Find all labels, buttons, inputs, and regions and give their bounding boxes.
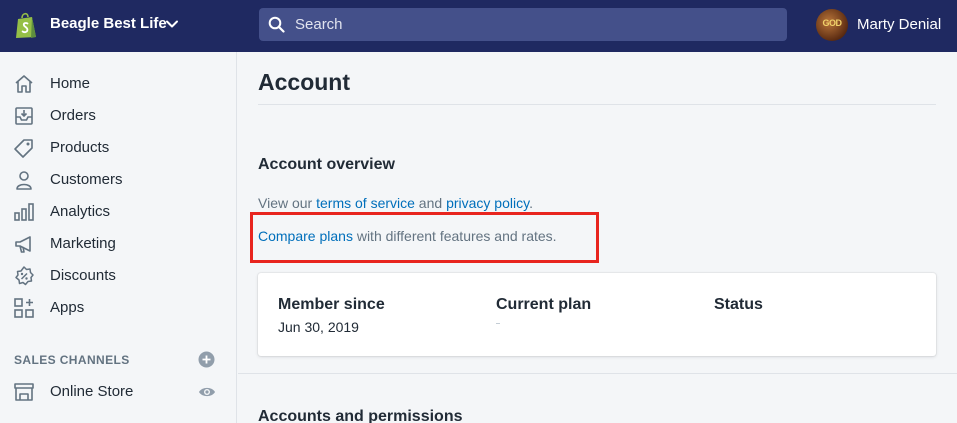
shopify-bag-icon[interactable] — [14, 12, 38, 39]
sidebar-item-analytics[interactable]: Analytics — [0, 196, 236, 228]
policy-line-prefix: View our — [258, 195, 317, 211]
sidebar-item-orders[interactable]: Orders — [0, 100, 236, 132]
sidebar-item-label: Apps — [50, 299, 85, 316]
sidebar-item-label: Customers — [50, 171, 123, 188]
store-name[interactable]: Beagle Best Life — [50, 15, 167, 32]
home-icon — [15, 75, 33, 93]
sidebar-item-customers[interactable]: Customers — [0, 164, 236, 196]
sidebar-item-label: Products — [50, 139, 110, 156]
main-content: Account Account overview View our terms … — [238, 52, 957, 423]
terms-of-service-link[interactable]: terms of service — [316, 195, 415, 211]
avatar[interactable]: GOD — [816, 9, 848, 41]
sidebar-item-marketing[interactable]: Marketing — [0, 228, 236, 260]
sidebar-item-home[interactable]: Home — [0, 68, 236, 100]
sidebar-item-label: Home — [50, 75, 91, 92]
title-divider — [258, 104, 936, 105]
sidebar-item-products[interactable]: Products — [0, 132, 236, 164]
policy-line-and: and — [414, 195, 447, 211]
sidebar-item-discounts[interactable]: Discounts — [0, 260, 236, 292]
eye-icon[interactable] — [198, 385, 216, 399]
account-overview-heading: Account overview — [258, 156, 395, 173]
add-circle-icon[interactable] — [198, 351, 215, 368]
discount-icon — [15, 266, 34, 286]
policy-line: View our terms of service and privacy po… — [258, 195, 533, 211]
current-plan-label: Current plan — [496, 296, 592, 313]
chevron-down-icon[interactable] — [165, 17, 179, 31]
store-icon — [14, 383, 34, 401]
search-bar[interactable] — [259, 8, 787, 41]
orders-icon — [15, 107, 33, 125]
person-icon — [16, 171, 32, 190]
current-plan-column: Current plan — [496, 296, 592, 324]
search-icon — [268, 16, 285, 33]
search-input[interactable] — [295, 8, 775, 41]
member-since-label: Member since — [278, 296, 385, 313]
sidebar-item-label: Marketing — [50, 235, 116, 252]
sidebar-item-label: Orders — [50, 107, 96, 124]
member-since-value: Jun 30, 2019 — [278, 319, 359, 335]
status-column: Status — [714, 296, 763, 314]
policy-line-suffix: . — [529, 195, 533, 211]
privacy-policy-link[interactable]: privacy policy — [446, 195, 529, 211]
avatar-text: GOD — [822, 18, 842, 28]
current-plan-empty-value — [496, 323, 500, 324]
sales-channels-heading: SALES CHANNELS — [14, 353, 130, 367]
bar-chart-icon — [14, 203, 34, 221]
accounts-permissions-heading: Accounts and permissions — [258, 408, 463, 423]
section-divider — [238, 373, 957, 374]
highlight-annotation — [250, 212, 599, 263]
status-label: Status — [714, 296, 763, 313]
member-since-column: Member since Jun 30, 2019 — [278, 296, 385, 335]
tag-icon — [14, 139, 33, 158]
sidebar-item-apps[interactable]: Apps — [0, 292, 236, 324]
sidebar: Home Orders Products Customers Analytics — [0, 52, 237, 423]
megaphone-icon — [15, 236, 31, 253]
sidebar-item-label: Online Store — [50, 383, 134, 400]
user-name[interactable]: Marty Denial — [857, 16, 941, 33]
apps-icon — [14, 298, 34, 318]
account-summary-card: Member since Jun 30, 2019 Current plan S… — [258, 273, 936, 356]
sidebar-item-label: Discounts — [50, 267, 116, 284]
page-title: Account — [258, 69, 350, 95]
sidebar-item-label: Analytics — [50, 203, 111, 220]
top-bar: Beagle Best Life GOD Marty Denial — [0, 0, 957, 52]
